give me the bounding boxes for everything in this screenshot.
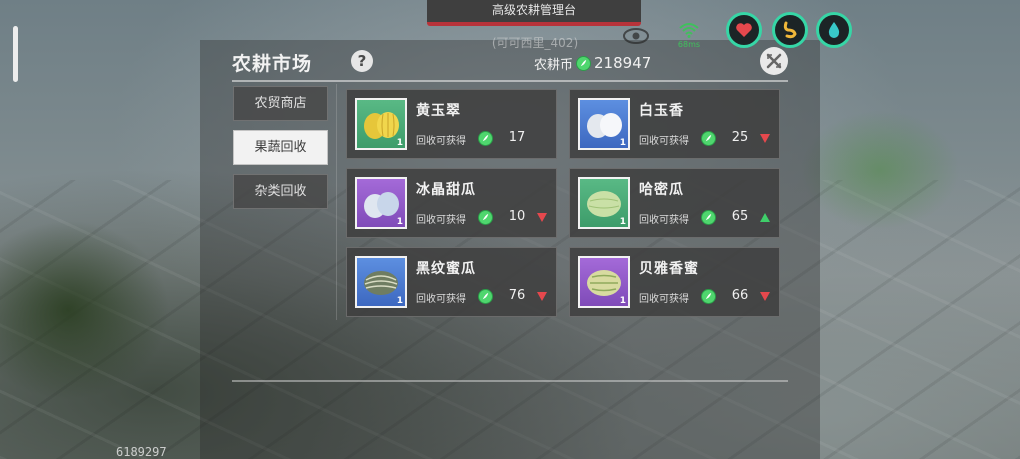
wifi-icon bbox=[679, 23, 699, 38]
stomach-icon bbox=[783, 21, 797, 39]
trend-down-icon bbox=[760, 292, 770, 301]
recycle-label: 回收可获得 bbox=[416, 136, 466, 147]
background-tree bbox=[0, 220, 170, 400]
farm-coin-icon bbox=[478, 289, 493, 304]
item-thumbnail: 1 bbox=[578, 256, 630, 308]
item-quantity: 1 bbox=[619, 138, 626, 148]
item-quantity: 1 bbox=[396, 296, 403, 306]
recycle-amount: 66 bbox=[731, 288, 749, 303]
close-icon bbox=[766, 53, 782, 69]
farm-coin-icon bbox=[701, 289, 716, 304]
farm-coin-icon bbox=[478, 131, 493, 146]
farm-coin-icon bbox=[576, 55, 592, 71]
item-quantity: 1 bbox=[396, 138, 403, 148]
top-title: 高级农耕管理台 bbox=[491, 3, 576, 17]
recycle-amount: 10 bbox=[508, 209, 526, 224]
heart-icon bbox=[736, 23, 752, 37]
recycle-amount: 65 bbox=[731, 209, 749, 224]
currency-display: 农耕币 218947 bbox=[534, 53, 651, 73]
trend-up-icon bbox=[760, 213, 770, 222]
eye-icon[interactable] bbox=[622, 26, 650, 46]
recycle-amount: 25 bbox=[731, 130, 749, 145]
recycle-amount: 17 bbox=[508, 130, 526, 145]
health-button[interactable] bbox=[726, 12, 762, 48]
item-name: 贝雅香蜜 bbox=[639, 261, 699, 277]
farm-coin-icon bbox=[701, 131, 716, 146]
item-quantity: 1 bbox=[396, 217, 403, 227]
item-thumbnail: 1 bbox=[578, 98, 630, 150]
tab-farm-shop[interactable]: 农贸商店 bbox=[233, 86, 328, 121]
item-thumbnail: 1 bbox=[578, 177, 630, 229]
item-name: 哈密瓜 bbox=[639, 182, 684, 198]
item-quantity: 1 bbox=[619, 217, 626, 227]
recycle-label: 回收可获得 bbox=[639, 294, 689, 305]
top-title-bar: 高级农耕管理台 bbox=[427, 0, 641, 26]
farm-coin-icon bbox=[478, 210, 493, 225]
item-name: 黑纹蜜瓜 bbox=[416, 261, 476, 277]
server-subtitle: (可可西里_402) bbox=[491, 36, 579, 50]
item-name: 黄玉翠 bbox=[416, 103, 461, 119]
header-divider bbox=[232, 80, 788, 82]
water-drop-icon bbox=[828, 22, 840, 38]
recycle-label: 回收可获得 bbox=[416, 215, 466, 226]
close-button[interactable] bbox=[760, 47, 788, 75]
item-thumbnail: 1 bbox=[355, 177, 407, 229]
recycle-amount: 76 bbox=[508, 288, 526, 303]
item-thumbnail: 1 bbox=[355, 256, 407, 308]
ping-text: 68ms bbox=[677, 40, 701, 49]
item-card[interactable]: 1 冰晶甜瓜 回收可获得 10 bbox=[346, 168, 557, 238]
nav-divider bbox=[336, 84, 337, 320]
player-id: 6189297 bbox=[116, 445, 167, 459]
tab-produce-recycle[interactable]: 果蔬回收 bbox=[233, 130, 328, 165]
item-card[interactable]: 1 哈密瓜 回收可获得 65 bbox=[569, 168, 780, 238]
panel-title: 农耕市场 bbox=[232, 53, 313, 75]
item-card[interactable]: 1 黑纹蜜瓜 回收可获得 76 bbox=[346, 247, 557, 317]
item-card[interactable]: 1 白玉香 回收可获得 25 bbox=[569, 89, 780, 159]
farm-coin-icon bbox=[701, 210, 716, 225]
recycle-label: 回收可获得 bbox=[416, 294, 466, 305]
hunger-button[interactable] bbox=[772, 12, 808, 48]
currency-value: 218947 bbox=[594, 54, 652, 72]
network-signal: 68ms bbox=[674, 22, 704, 49]
trend-down-icon bbox=[760, 134, 770, 143]
trend-down-icon bbox=[537, 213, 547, 222]
item-card[interactable]: 1 贝雅香蜜 回收可获得 66 bbox=[569, 247, 780, 317]
recycle-label: 回收可获得 bbox=[639, 136, 689, 147]
currency-label: 农耕币 bbox=[534, 57, 574, 73]
trend-down-icon bbox=[537, 292, 547, 301]
footer-divider bbox=[232, 380, 788, 382]
thirst-button[interactable] bbox=[816, 12, 852, 48]
help-button[interactable]: ? bbox=[351, 50, 373, 72]
item-name: 白玉香 bbox=[639, 103, 684, 119]
background-foliage bbox=[800, 110, 960, 230]
item-card[interactable]: 1 黄玉翠 回收可获得 17 bbox=[346, 89, 557, 159]
tab-misc-recycle[interactable]: 杂类回收 bbox=[233, 174, 328, 209]
item-name: 冰晶甜瓜 bbox=[416, 182, 476, 198]
scroll-handle[interactable] bbox=[13, 26, 18, 82]
item-quantity: 1 bbox=[619, 296, 626, 306]
item-thumbnail: 1 bbox=[355, 98, 407, 150]
recycle-label: 回收可获得 bbox=[639, 215, 689, 226]
